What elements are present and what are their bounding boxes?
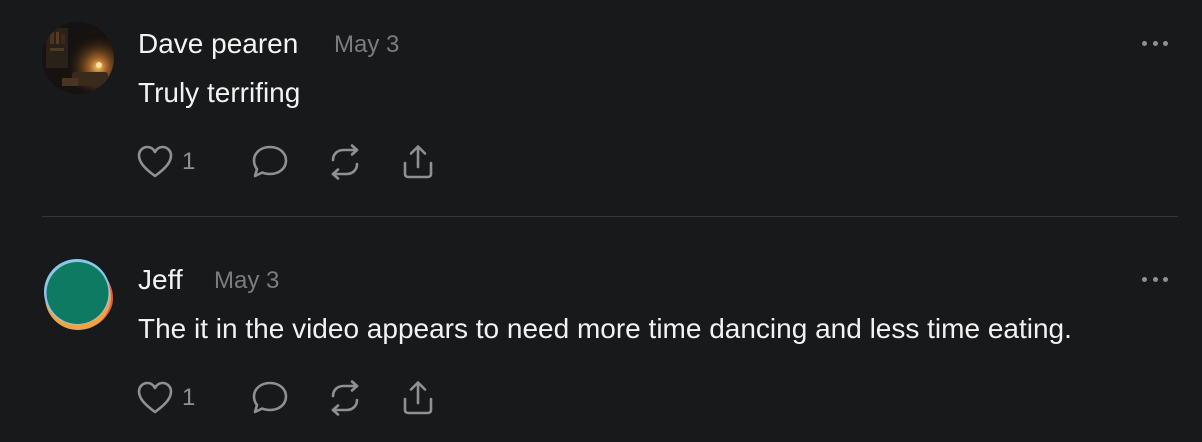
repost-button[interactable] [326, 142, 364, 182]
comment-text: Truly terrifing [138, 77, 301, 108]
share-button[interactable] [400, 378, 436, 418]
reply-bubble-icon [252, 381, 288, 414]
reply-button[interactable] [250, 378, 290, 418]
share-icon [403, 145, 433, 179]
dot [1152, 276, 1158, 282]
comment-item: Dave pearen May 3 Truly terrifing 1 [0, 0, 1202, 216]
post-date[interactable]: May 3 [214, 267, 279, 295]
like-button[interactable]: 1 [136, 378, 195, 418]
avatar[interactable] [42, 22, 114, 94]
repost-icon [331, 380, 359, 416]
author-name[interactable]: Jeff [138, 264, 183, 296]
heart-icon [137, 381, 173, 414]
like-count: 1 [182, 384, 196, 411]
more-dots-icon[interactable] [1142, 272, 1168, 286]
dot [1152, 40, 1158, 46]
dot [1142, 276, 1147, 282]
repost-button[interactable] [326, 378, 364, 418]
share-icon [403, 381, 433, 415]
avatar-photo-lantern-room [42, 22, 114, 94]
divider [42, 216, 1178, 217]
comment-item: Jeff May 3 The it in the video appears t… [0, 218, 1202, 442]
more-dots-icon[interactable] [1142, 36, 1168, 50]
dot [1163, 40, 1168, 46]
heart-icon [137, 145, 173, 178]
author-name[interactable]: Dave pearen [138, 28, 298, 60]
reply-button[interactable] [250, 142, 290, 182]
reply-bubble-icon [252, 145, 288, 178]
repost-icon [331, 144, 359, 180]
share-button[interactable] [400, 142, 436, 182]
like-button[interactable]: 1 [136, 142, 195, 182]
dot [1142, 40, 1147, 46]
avatar-colored-circles [42, 258, 114, 330]
post-date[interactable]: May 3 [334, 31, 399, 59]
like-count: 1 [182, 148, 196, 175]
comment-feed: Dave pearen May 3 Truly terrifing 1 Jeff… [0, 0, 1202, 442]
avatar[interactable] [42, 258, 114, 330]
dot [1163, 276, 1168, 282]
comment-text: The it in the video appears to need more… [138, 313, 1072, 344]
